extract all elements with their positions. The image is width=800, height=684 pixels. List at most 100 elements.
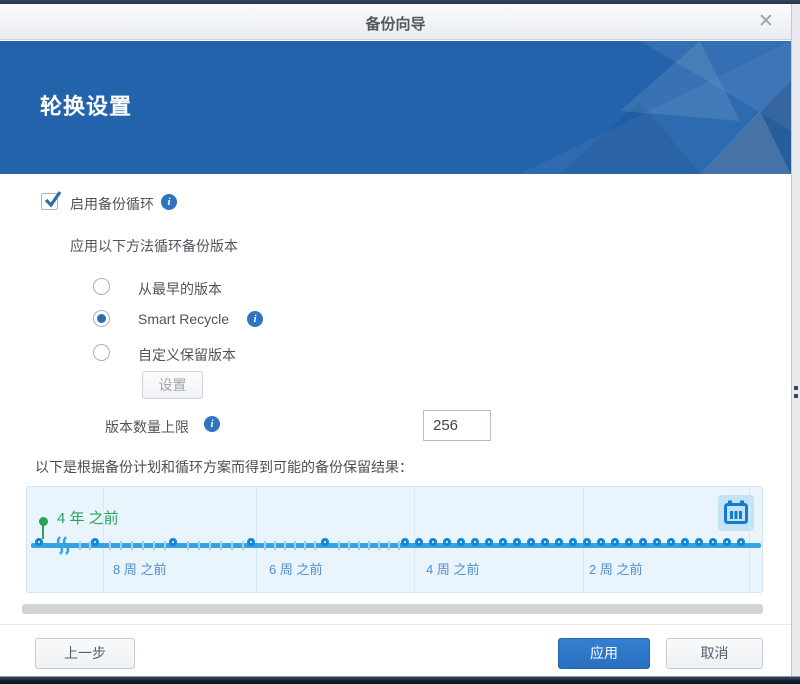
version-marker[interactable] xyxy=(485,538,493,546)
version-marker[interactable] xyxy=(247,538,255,546)
enable-rotation-checkbox[interactable] xyxy=(41,193,58,210)
timeline-gridline xyxy=(103,487,104,593)
timeline-tick xyxy=(294,541,296,550)
version-marker[interactable] xyxy=(527,538,535,546)
header-banner: 轮换设置 xyxy=(0,41,791,174)
version-marker[interactable] xyxy=(443,538,451,546)
settings-button[interactable]: 设置 xyxy=(142,371,203,399)
version-marker[interactable] xyxy=(709,538,717,546)
timeline-axis xyxy=(31,543,761,548)
window-edge-bottom xyxy=(0,676,800,684)
version-marker[interactable] xyxy=(695,538,703,546)
timeline-tick xyxy=(274,541,276,550)
timeline-tick xyxy=(358,541,360,550)
desktop-background: 备份向导 ✕ 轮换设置 启用备份循环 i 应用以下方 xyxy=(0,0,800,684)
timeline-panel: 8 周 之前 6 周 之前 4 周 之前 2 周 之前 4 年 之前 xyxy=(26,486,763,593)
timeline-tick xyxy=(120,541,122,550)
version-marker[interactable] xyxy=(499,538,507,546)
timeline-tick xyxy=(304,541,306,550)
timeline-tick xyxy=(378,541,380,550)
oldest-version-pin-stem xyxy=(42,525,44,539)
info-icon[interactable]: i xyxy=(161,194,177,210)
timeline-tick xyxy=(79,541,81,550)
version-marker[interactable] xyxy=(35,538,43,546)
radio-smart-recycle[interactable] xyxy=(93,310,110,327)
version-limit-label: 版本数量上限 xyxy=(105,417,189,437)
version-marker[interactable] xyxy=(597,538,605,546)
timeline-tick xyxy=(153,541,155,550)
version-limit-input[interactable] xyxy=(423,410,491,441)
timeline-section-label: 6 周 之前 xyxy=(269,559,322,578)
version-marker[interactable] xyxy=(415,538,423,546)
version-marker[interactable] xyxy=(569,538,577,546)
timeline-tick xyxy=(242,541,244,550)
footer-divider xyxy=(0,624,791,625)
timeline-tick xyxy=(314,541,316,550)
dialog-title: 备份向导 xyxy=(0,13,791,34)
page-scrollbar-gutter[interactable] xyxy=(791,4,800,676)
version-marker[interactable] xyxy=(169,538,177,546)
info-icon[interactable]: i xyxy=(204,416,220,432)
version-marker[interactable] xyxy=(401,538,409,546)
method-intro-text: 应用以下方法循环备份版本 xyxy=(70,236,238,256)
cancel-button[interactable]: 取消 xyxy=(666,638,763,669)
rotation-settings-form: 启用备份循环 i 应用以下方法循环备份版本 从最早的版本 Smart Recyc… xyxy=(0,174,791,634)
backup-wizard-dialog: 备份向导 ✕ 轮换设置 启用备份循环 i 应用以下方 xyxy=(0,4,791,676)
timeline-tick xyxy=(187,541,189,550)
result-intro-text: 以下是根据备份计划和循环方案而得到可能的备份保留结果： xyxy=(35,457,413,477)
version-marker[interactable] xyxy=(471,538,479,546)
version-marker[interactable] xyxy=(429,538,437,546)
timeline-section-label: 8 周 之前 xyxy=(113,559,166,578)
info-icon[interactable]: i xyxy=(247,311,263,327)
timeline-tick xyxy=(348,541,350,550)
timeline-tick xyxy=(142,541,144,550)
page-title: 轮换设置 xyxy=(40,89,132,121)
timeline-section-label: 2 周 之前 xyxy=(589,559,642,578)
close-icon[interactable]: ✕ xyxy=(753,9,779,35)
version-marker[interactable] xyxy=(541,538,549,546)
version-marker[interactable] xyxy=(639,538,647,546)
version-marker[interactable] xyxy=(513,538,521,546)
timeline-tick xyxy=(264,541,266,550)
version-marker[interactable] xyxy=(321,538,329,546)
timeline-tick xyxy=(109,541,111,550)
dialog-titlebar: 备份向导 ✕ xyxy=(0,4,791,40)
timeline-tick xyxy=(164,541,166,550)
version-marker[interactable] xyxy=(583,538,591,546)
version-marker[interactable] xyxy=(91,538,99,546)
timeline-tick xyxy=(368,541,370,550)
radio-smart-recycle-label: Smart Recycle xyxy=(138,311,229,327)
enable-rotation-label: 启用备份循环 xyxy=(70,194,154,214)
version-marker[interactable] xyxy=(737,538,745,546)
timeline-section-label: 4 周 之前 xyxy=(426,559,479,578)
checkmark-icon xyxy=(43,189,63,209)
radio-custom-retention-label: 自定义保留版本 xyxy=(138,345,236,365)
timeline-tick xyxy=(198,541,200,550)
version-marker[interactable] xyxy=(653,538,661,546)
oldest-version-annotation: 4 年 之前 xyxy=(57,507,119,528)
radio-earliest-version[interactable] xyxy=(93,278,110,295)
radio-custom-retention[interactable] xyxy=(93,344,110,361)
timeline-tick xyxy=(398,541,400,550)
timeline-tick xyxy=(209,541,211,550)
timeline-tick xyxy=(284,541,286,550)
version-marker[interactable] xyxy=(667,538,675,546)
back-button[interactable]: 上一步 xyxy=(35,638,135,669)
version-marker[interactable] xyxy=(723,538,731,546)
version-marker[interactable] xyxy=(611,538,619,546)
timeline-tick xyxy=(220,541,222,550)
version-marker[interactable] xyxy=(681,538,689,546)
timeline-tick xyxy=(131,541,133,550)
timeline-tick xyxy=(388,541,390,550)
version-marker[interactable] xyxy=(625,538,633,546)
horizontal-scrollbar[interactable] xyxy=(22,604,763,614)
timeline-gridline xyxy=(256,487,257,593)
radio-earliest-version-label: 从最早的版本 xyxy=(138,279,222,299)
apply-button[interactable]: 应用 xyxy=(558,638,650,669)
version-marker[interactable] xyxy=(457,538,465,546)
version-marker[interactable] xyxy=(555,538,563,546)
scrollbar-speck xyxy=(794,386,798,390)
calendar-icon xyxy=(724,500,748,526)
axis-break-icon xyxy=(56,536,70,558)
timeline-tick xyxy=(231,541,233,550)
